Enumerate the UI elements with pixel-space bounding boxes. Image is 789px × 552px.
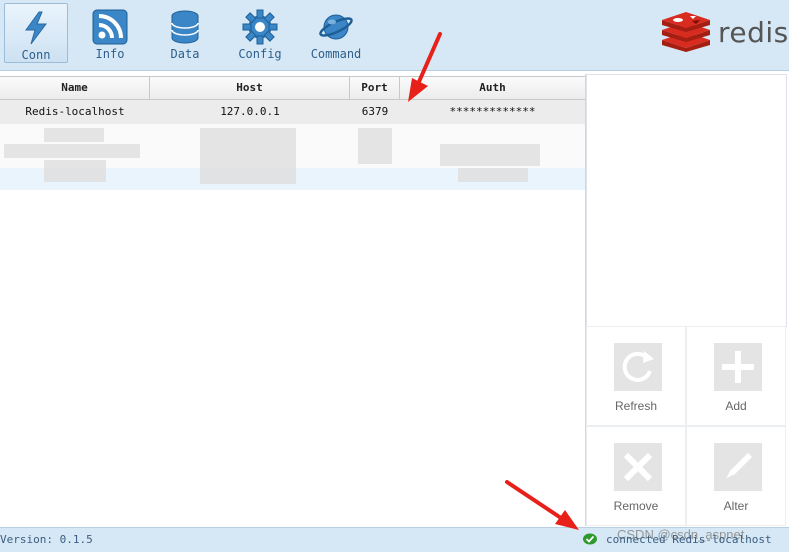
table-row-obscured[interactable] — [0, 124, 585, 168]
cell-auth: ************* — [449, 105, 536, 118]
data-label: Data — [170, 47, 200, 61]
cell-port: 6379 — [361, 105, 389, 118]
detail-area — [586, 74, 787, 327]
status-bar: Version: 0.1.5 CSDN @csdn_aspnet connect… — [0, 527, 789, 552]
redis-logo: redis — [660, 12, 788, 54]
cell-host: 127.0.0.1 — [220, 105, 280, 118]
info-label: Info — [95, 47, 125, 61]
info-button[interactable]: Info — [78, 3, 142, 63]
planet-icon — [319, 14, 353, 40]
column-header-host[interactable]: Host — [150, 77, 350, 99]
column-header-auth[interactable]: Auth — [400, 77, 585, 99]
column-header-name[interactable]: Name — [0, 77, 150, 99]
refresh-icon — [614, 343, 662, 391]
config-label: Config — [238, 47, 282, 61]
rss-icon — [92, 9, 128, 45]
logo-text: redis — [718, 16, 789, 49]
refresh-button[interactable]: Refresh — [586, 326, 686, 426]
toolbar: Conn Info Data Config Command redis — [0, 0, 789, 71]
database-icon — [171, 10, 199, 44]
command-label: Command — [310, 47, 362, 61]
refresh-label: Refresh — [614, 399, 658, 413]
alter-button[interactable]: Alter — [686, 426, 786, 526]
add-button[interactable]: Add — [686, 326, 786, 426]
table-row[interactable]: Redis-localhost 127.0.0.1 6379 *********… — [0, 100, 585, 124]
pencil-icon — [714, 443, 762, 491]
remove-button[interactable]: Remove — [586, 426, 686, 526]
cell-name: Redis-localhost — [25, 105, 125, 118]
config-button[interactable]: Config — [228, 3, 292, 63]
table-header: Name Host Port Auth — [0, 76, 585, 100]
conn-button[interactable]: Conn — [4, 3, 68, 63]
connected-check-icon — [583, 533, 597, 545]
remove-label: Remove — [613, 499, 659, 513]
connection-status-text: connected Redis-localhost — [606, 533, 772, 546]
command-button[interactable]: Command — [304, 3, 368, 63]
redis-cube-icon — [662, 12, 710, 52]
version-text: Version: 0.1.5 — [0, 533, 93, 546]
data-button[interactable]: Data — [153, 3, 217, 63]
column-header-port[interactable]: Port — [350, 77, 400, 99]
conn-label: Conn — [21, 48, 51, 62]
gear-icon — [242, 9, 278, 45]
close-icon — [614, 443, 662, 491]
right-panel: Refresh Add Remove Alter — [586, 74, 789, 526]
lightning-icon — [25, 11, 47, 45]
plus-icon — [714, 343, 762, 391]
alter-label: Alter — [723, 499, 749, 513]
add-label: Add — [725, 399, 747, 413]
connections-table: Name Host Port Auth Redis-localhost 127.… — [0, 74, 586, 526]
table-row-obscured[interactable] — [0, 168, 585, 190]
